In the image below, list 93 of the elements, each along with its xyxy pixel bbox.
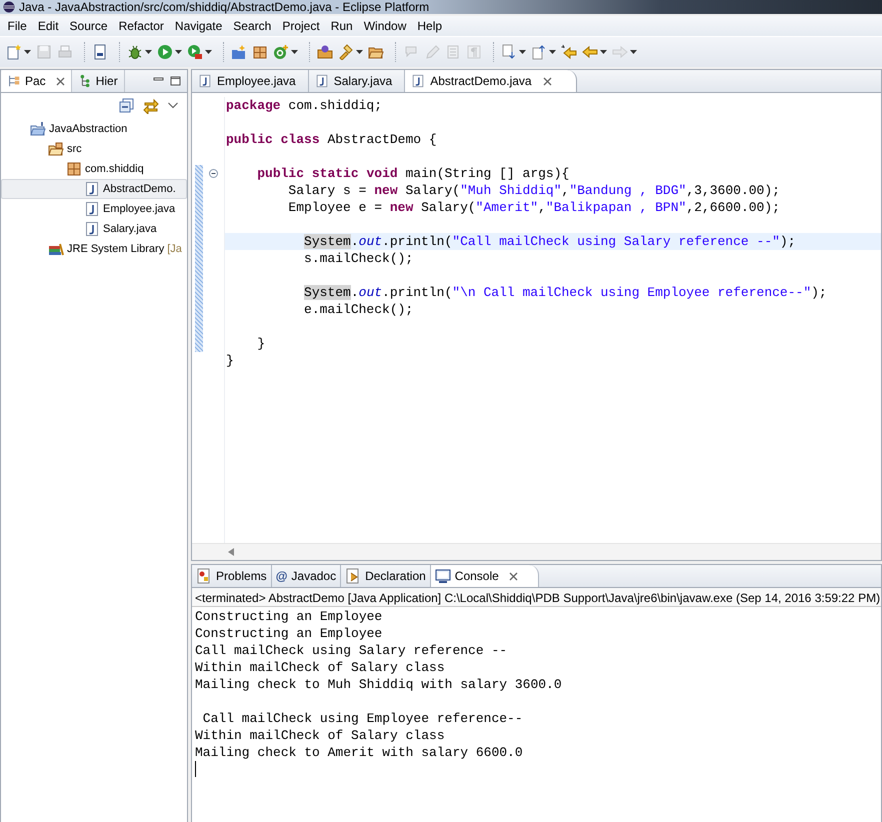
menu-item[interactable]: Window (358, 19, 412, 33)
console-output-line: Mailing check to Amerit with salary 6600.0 (195, 744, 524, 761)
caret-icon[interactable] (205, 50, 212, 54)
menu-item[interactable]: File (2, 19, 32, 33)
code-line: } (224, 335, 881, 352)
monitor-icon (434, 568, 451, 584)
caret-icon[interactable] (549, 50, 556, 54)
tree-item[interactable]: Employee.java (1, 199, 187, 219)
console-output-line: Call mailCheck using Salary reference -- (195, 642, 508, 659)
menu-item[interactable]: Navigate (169, 19, 228, 33)
editor-tab[interactable]: Employee.java (192, 70, 309, 92)
menu-item[interactable]: Refactor (113, 19, 170, 33)
folder-ball-icon[interactable] (317, 44, 333, 60)
tree-item[interactable]: src (1, 139, 187, 159)
editor-tab[interactable]: AbstractDemo.java (405, 70, 577, 92)
tree-item[interactable]: Salary.java (1, 219, 187, 239)
console-output-line: Call mailCheck using Employee reference-- (202, 710, 524, 727)
console-output-line: Constructing an Employee (195, 608, 384, 625)
source-folder-icon (48, 141, 64, 157)
view-tab[interactable]: Hier (72, 70, 125, 92)
view-tab[interactable]: Console (430, 565, 539, 587)
menu-item[interactable]: Project (276, 19, 326, 33)
code-line: e.mailCheck(); (224, 301, 881, 318)
run-tools-icon[interactable] (187, 44, 203, 60)
view-tab[interactable]: @ Javadoc (272, 565, 342, 587)
code-line: } (224, 352, 881, 369)
close-icon[interactable] (542, 76, 552, 86)
java-file-icon (84, 221, 100, 237)
problems-icon (196, 568, 212, 584)
console-output-line: Constructing an Employee (195, 625, 384, 642)
close-icon[interactable] (56, 76, 65, 86)
console-output-line: Within mailCheck of Salary class (195, 727, 446, 744)
caret-icon[interactable] (519, 50, 526, 54)
menu-item[interactable]: Edit (32, 19, 64, 33)
declaration-icon (345, 568, 362, 584)
view-tab[interactable]: Problems (192, 565, 272, 587)
bug-icon[interactable] (127, 44, 143, 60)
collapse-all-icon[interactable] (119, 98, 135, 114)
torch-icon[interactable] (338, 44, 354, 60)
caret-icon[interactable] (24, 50, 31, 54)
fold-toggle-icon[interactable] (209, 169, 218, 178)
caret-icon[interactable] (175, 50, 182, 54)
scroll-left-icon[interactable] (228, 548, 235, 556)
at-sign-icon: @ (276, 569, 288, 583)
eclipse-logo-icon (3, 1, 15, 13)
console-output-line: Mailing check to Muh Shiddiq with salary 3600.0 (195, 676, 563, 693)
view-tab[interactable]: Declaration (341, 565, 431, 587)
project-folder-icon (30, 121, 46, 137)
horizontal-scrollbar[interactable] (192, 543, 881, 560)
console-output-line: Within mailCheck of Salary class (195, 659, 446, 676)
menu-item[interactable]: Help (412, 19, 448, 33)
text-cursor (195, 761, 196, 777)
hierarchy-icon (78, 74, 92, 88)
books-icon (48, 241, 64, 257)
code-line: Salary s = new Salary("Muh Shiddiq","Bandung , BDG",3,3600.00); (224, 182, 881, 199)
maximize-icon[interactable] (170, 76, 181, 86)
code-line: s.mailCheck(); (224, 250, 881, 267)
grid-icon[interactable] (252, 44, 268, 60)
java-file-icon (314, 74, 329, 88)
tree-item[interactable]: com.shiddiq (1, 159, 187, 179)
view-tab[interactable]: Pac (1, 70, 72, 92)
code-line: public class AbstractDemo { (224, 131, 881, 148)
page-up-arrow-icon[interactable] (531, 44, 547, 60)
java-file-icon (411, 74, 426, 88)
package-icon (66, 161, 82, 177)
java-file-icon (84, 201, 100, 217)
new-class-icon[interactable] (273, 44, 289, 60)
new-package-icon[interactable] (231, 44, 247, 60)
tree-icon (7, 74, 21, 88)
star-arrow-icon[interactable] (561, 44, 577, 60)
code-line: public static void main(String [] args){ (224, 165, 881, 182)
code-line: Employee e = new Salary("Amerit","Balikpapan , BPN",2,6600.00); (224, 199, 881, 216)
java-file-icon (198, 74, 212, 88)
tree-item[interactable]: AbstractDemo. (1, 179, 187, 199)
binary-file-icon[interactable] (92, 44, 108, 60)
menu-item[interactable]: Search (228, 19, 277, 33)
caret-icon[interactable] (145, 50, 152, 54)
java-file-icon (84, 181, 100, 197)
caret-icon[interactable] (600, 50, 607, 54)
window-title: Java - JavaAbstraction/src/com/shiddiq/AbstractDemo.java - Eclipse Platform (19, 0, 430, 14)
code-line: System.out.println("\n Call mailCheck using Employee reference--"); (224, 284, 881, 301)
page-down-arrow-icon[interactable] (501, 44, 517, 60)
tree-item[interactable]: JRE System Library [Ja (1, 239, 187, 259)
menu-item[interactable]: Source (64, 19, 114, 33)
menu-item[interactable]: Run (325, 19, 358, 33)
caret-icon[interactable] (356, 50, 363, 54)
back-arrow-icon[interactable] (582, 44, 598, 60)
tree-item[interactable]: JavaAbstraction (1, 119, 187, 139)
code-line: package com.shiddiq; (224, 97, 881, 114)
sync-arrows-icon[interactable] (143, 98, 159, 114)
caret-icon[interactable] (291, 50, 298, 54)
close-icon[interactable] (508, 572, 518, 580)
new-file-icon[interactable] (6, 44, 22, 60)
